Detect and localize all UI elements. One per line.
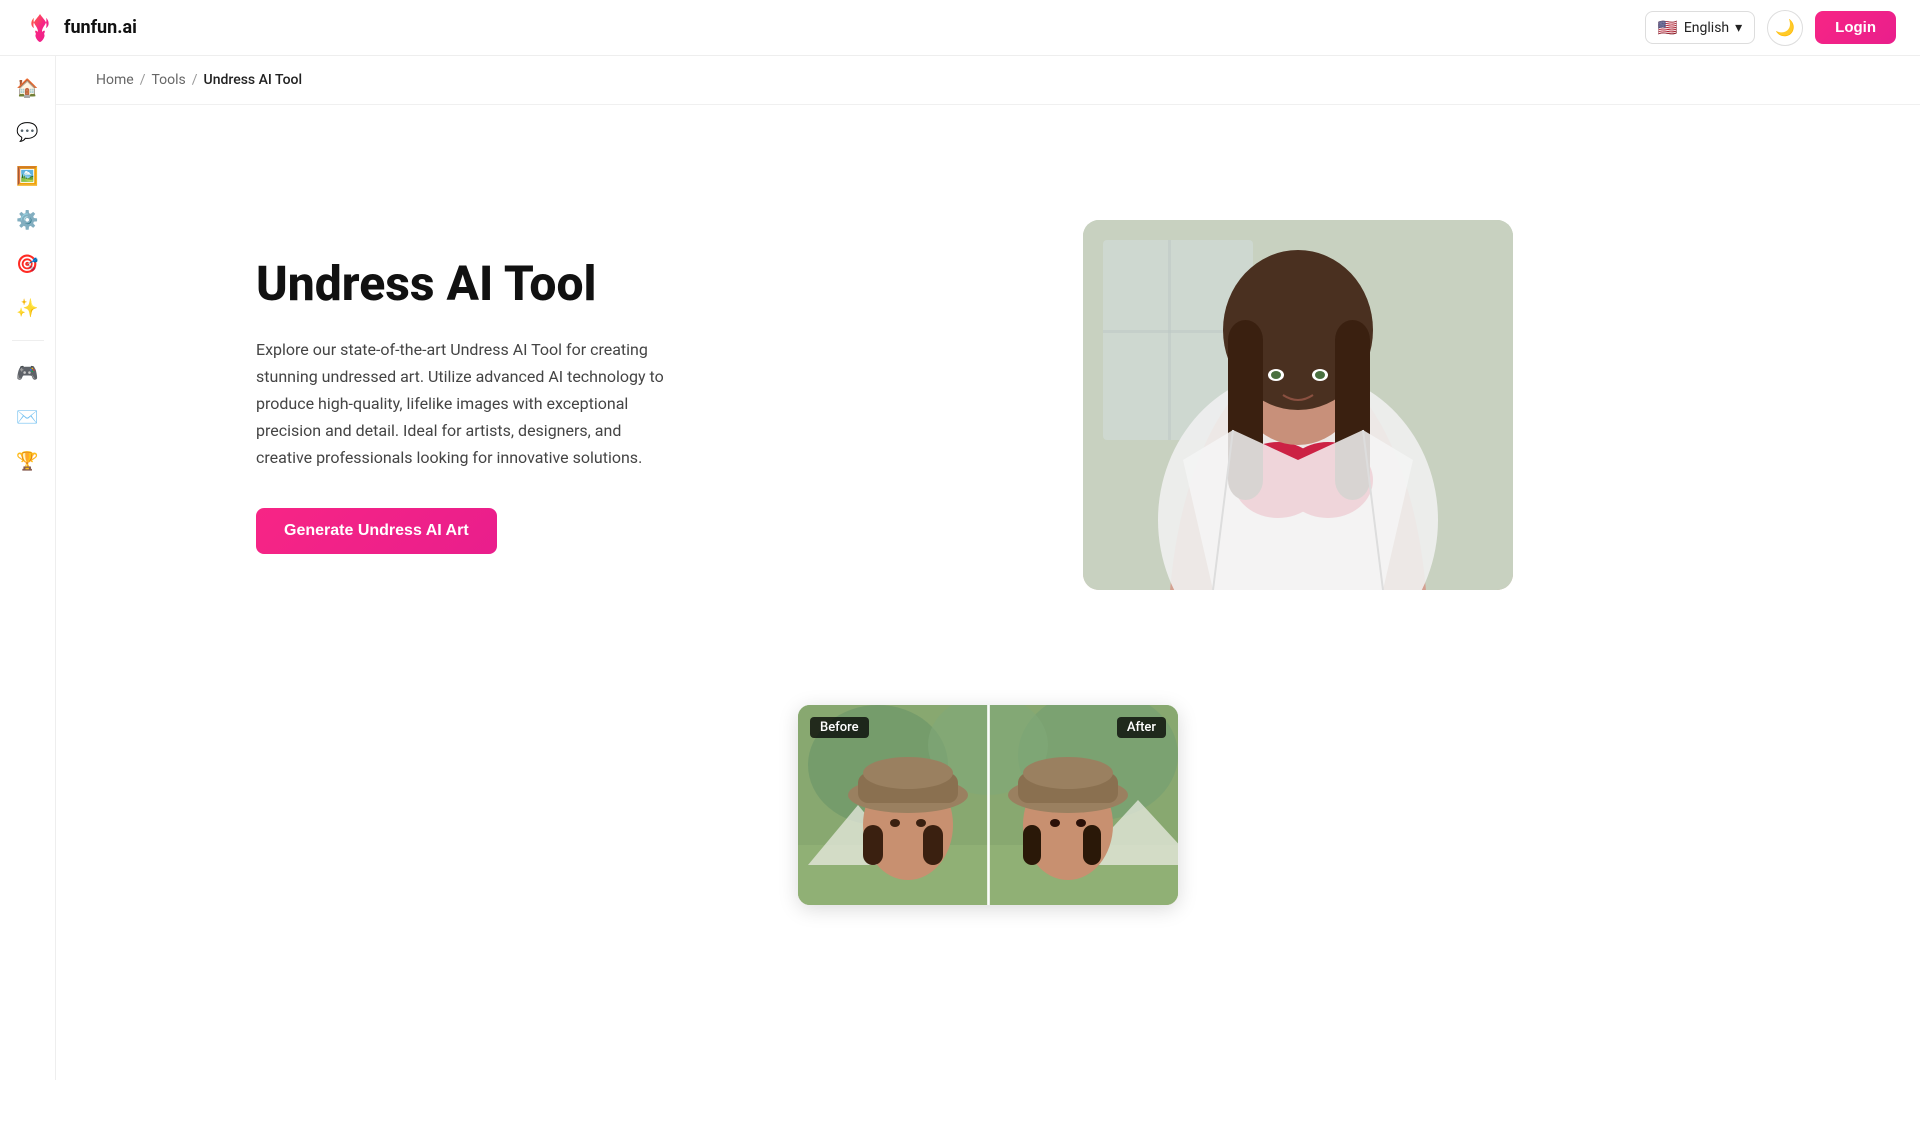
home-icon: 🏠 [16, 78, 38, 99]
hero-image [1083, 220, 1513, 590]
breadcrumb-tools[interactable]: Tools [151, 72, 185, 88]
before-after-section: Before After [56, 705, 1920, 945]
gallery-icon: 🖼️ [16, 166, 38, 187]
theme-toggle-button[interactable]: 🌙 [1767, 10, 1803, 46]
hero-text: Undress AI Tool Explore our state-of-the… [256, 256, 676, 553]
settings-icon: ⚙️ [16, 210, 38, 231]
before-after-divider [988, 705, 990, 905]
logo-icon [24, 12, 56, 44]
flag-icon: 🇺🇸 [1658, 18, 1678, 37]
email-icon: ✉️ [16, 407, 38, 428]
chevron-down-icon: ▾ [1735, 20, 1742, 36]
before-label: Before [810, 717, 869, 738]
sidebar-item-gallery[interactable]: 🖼️ [8, 156, 48, 196]
generate-button[interactable]: Generate Undress AI Art [256, 508, 497, 554]
after-label: After [1117, 717, 1166, 738]
breadcrumb-home[interactable]: Home [96, 72, 134, 88]
navbar: funfun.ai 🇺🇸 English ▾ 🌙 Login [0, 0, 1920, 56]
sidebar-item-discord[interactable]: 🎮 [8, 353, 48, 393]
sidebar: 🏠 💬 🖼️ ⚙️ 🎯 ✨ 🎮 ✉️ 🏆 [0, 56, 56, 1080]
hero-section: Undress AI Tool Explore our state-of-the… [56, 105, 1920, 705]
lang-label: English [1684, 20, 1729, 36]
chat-icon: 💬 [16, 122, 38, 143]
hero-image-container [756, 220, 1840, 590]
moon-icon: 🌙 [1775, 18, 1795, 38]
sidebar-item-magic[interactable]: ✨ [8, 288, 48, 328]
main-content: Home / Tools / Undress AI Tool Undress A… [56, 56, 1920, 945]
discord-icon: 🎮 [16, 363, 38, 384]
breadcrumb-sep1: / [140, 72, 146, 88]
language-selector[interactable]: 🇺🇸 English ▾ [1645, 11, 1755, 44]
logo-text: funfun.ai [64, 17, 137, 38]
breadcrumb: Home / Tools / Undress AI Tool [56, 56, 1920, 105]
sidebar-item-email[interactable]: ✉️ [8, 397, 48, 437]
target-icon: 🎯 [16, 254, 38, 275]
sidebar-item-chat[interactable]: 💬 [8, 112, 48, 152]
hero-title: Undress AI Tool [256, 256, 676, 311]
login-button[interactable]: Login [1815, 11, 1896, 44]
breadcrumb-current: Undress AI Tool [204, 72, 303, 88]
before-after-container: Before After [798, 705, 1178, 905]
sidebar-divider [12, 340, 44, 341]
navbar-left: funfun.ai [24, 12, 137, 44]
hero-image-svg [1083, 220, 1513, 590]
navbar-right: 🇺🇸 English ▾ 🌙 Login [1645, 10, 1896, 46]
sidebar-item-trophy[interactable]: 🏆 [8, 441, 48, 481]
sidebar-item-home[interactable]: 🏠 [8, 68, 48, 108]
hero-description: Explore our state-of-the-art Undress AI … [256, 336, 676, 472]
trophy-icon: 🏆 [16, 451, 38, 472]
sidebar-item-settings[interactable]: ⚙️ [8, 200, 48, 240]
magic-icon: ✨ [16, 298, 38, 319]
sidebar-item-target[interactable]: 🎯 [8, 244, 48, 284]
breadcrumb-sep2: / [192, 72, 198, 88]
